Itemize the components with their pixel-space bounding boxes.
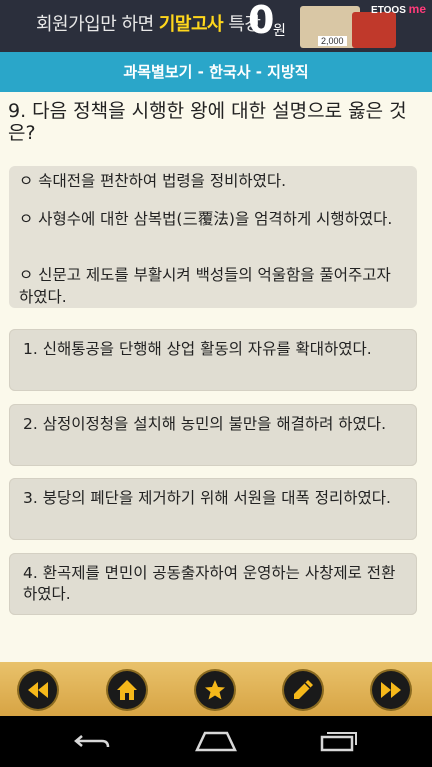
answer-option-2[interactable]: 2. 삼정이정청을 설치해 농민의 불만을 해결하려 하였다. bbox=[9, 404, 417, 466]
ad-zero: 0 bbox=[248, 0, 275, 42]
ad-highlight: 기말고사 bbox=[158, 14, 224, 35]
condition-item: ㅇ 사형수에 대한 삼복법(三覆法)을 엄격하게 시행하였다. bbox=[19, 210, 393, 228]
home-icon bbox=[117, 680, 137, 700]
answer-option-3[interactable]: 3. 붕당의 폐단을 제거하기 위해 서원을 대폭 정리하였다. bbox=[9, 478, 417, 540]
ad-text-before: 회원가입만 하면 bbox=[36, 14, 159, 35]
ad-brand-prefix: ETOOS bbox=[371, 5, 406, 16]
fast-forward-icon bbox=[381, 682, 401, 698]
ad-text: 회원가입만 하면 기말고사 특강 bbox=[36, 10, 261, 36]
answer-option-label: 4. 환곡제를 면민이 공동출자하여 운영하는 사창제로 전환하였다. bbox=[23, 564, 396, 603]
rewind-button[interactable] bbox=[19, 671, 57, 709]
fast-forward-button[interactable] bbox=[372, 671, 410, 709]
back-icon[interactable] bbox=[72, 730, 112, 752]
answer-option-label: 1. 신해통공을 단행해 상업 활동의 자유를 확대하였다. bbox=[23, 340, 372, 358]
answer-option-label: 2. 삼정이정청을 설치해 농민의 불만을 해결하려 하였다. bbox=[23, 415, 386, 433]
pencil-button[interactable] bbox=[284, 671, 322, 709]
home-button[interactable] bbox=[108, 671, 146, 709]
ad-won: 원 bbox=[273, 23, 286, 39]
rewind-icon bbox=[28, 682, 48, 698]
pencil-icon bbox=[294, 680, 313, 699]
ad-product-image-2 bbox=[352, 12, 396, 48]
condition-item: ㅇ 속대전을 편찬하여 법령을 정비하였다. bbox=[19, 172, 287, 190]
system-nav-bar bbox=[0, 716, 432, 767]
breadcrumb: 과목별보기 - 한국사 - 지방직 bbox=[0, 52, 432, 92]
conditions-box: ㅇ 속대전을 편찬하여 법령을 정비하였다. ㅇ 사형수에 대한 삼복법(三覆法… bbox=[9, 166, 417, 308]
bottom-toolbar bbox=[0, 662, 432, 716]
star-icon bbox=[205, 680, 225, 700]
recent-apps-icon[interactable] bbox=[318, 730, 360, 752]
ad-banner[interactable]: 회원가입만 하면 기말고사 특강 0 원 2,000 ETOOS me bbox=[0, 0, 432, 52]
condition-item: ㅇ 신문고 제도를 부활시켜 백성들의 억울함을 풀어주고자 하였다. bbox=[19, 266, 391, 306]
star-button[interactable] bbox=[196, 671, 234, 709]
ad-brand-suffix: me bbox=[408, 2, 426, 16]
answer-option-4[interactable]: 4. 환곡제를 면민이 공동출자하여 운영하는 사창제로 전환하였다. bbox=[9, 553, 417, 615]
answer-option-label: 3. 붕당의 폐단을 제거하기 위해 서원을 대폭 정리하였다. bbox=[23, 489, 391, 507]
home-nav-icon[interactable] bbox=[193, 730, 239, 752]
ad-price: 2,000 bbox=[318, 36, 347, 46]
ad-brand-logo: ETOOS me bbox=[371, 2, 426, 16]
answer-option-1[interactable]: 1. 신해통공을 단행해 상업 활동의 자유를 확대하였다. bbox=[9, 329, 417, 391]
question-text: 9. 다음 정책을 시행한 왕에 대한 설명으로 옳은 것은? bbox=[8, 100, 407, 144]
